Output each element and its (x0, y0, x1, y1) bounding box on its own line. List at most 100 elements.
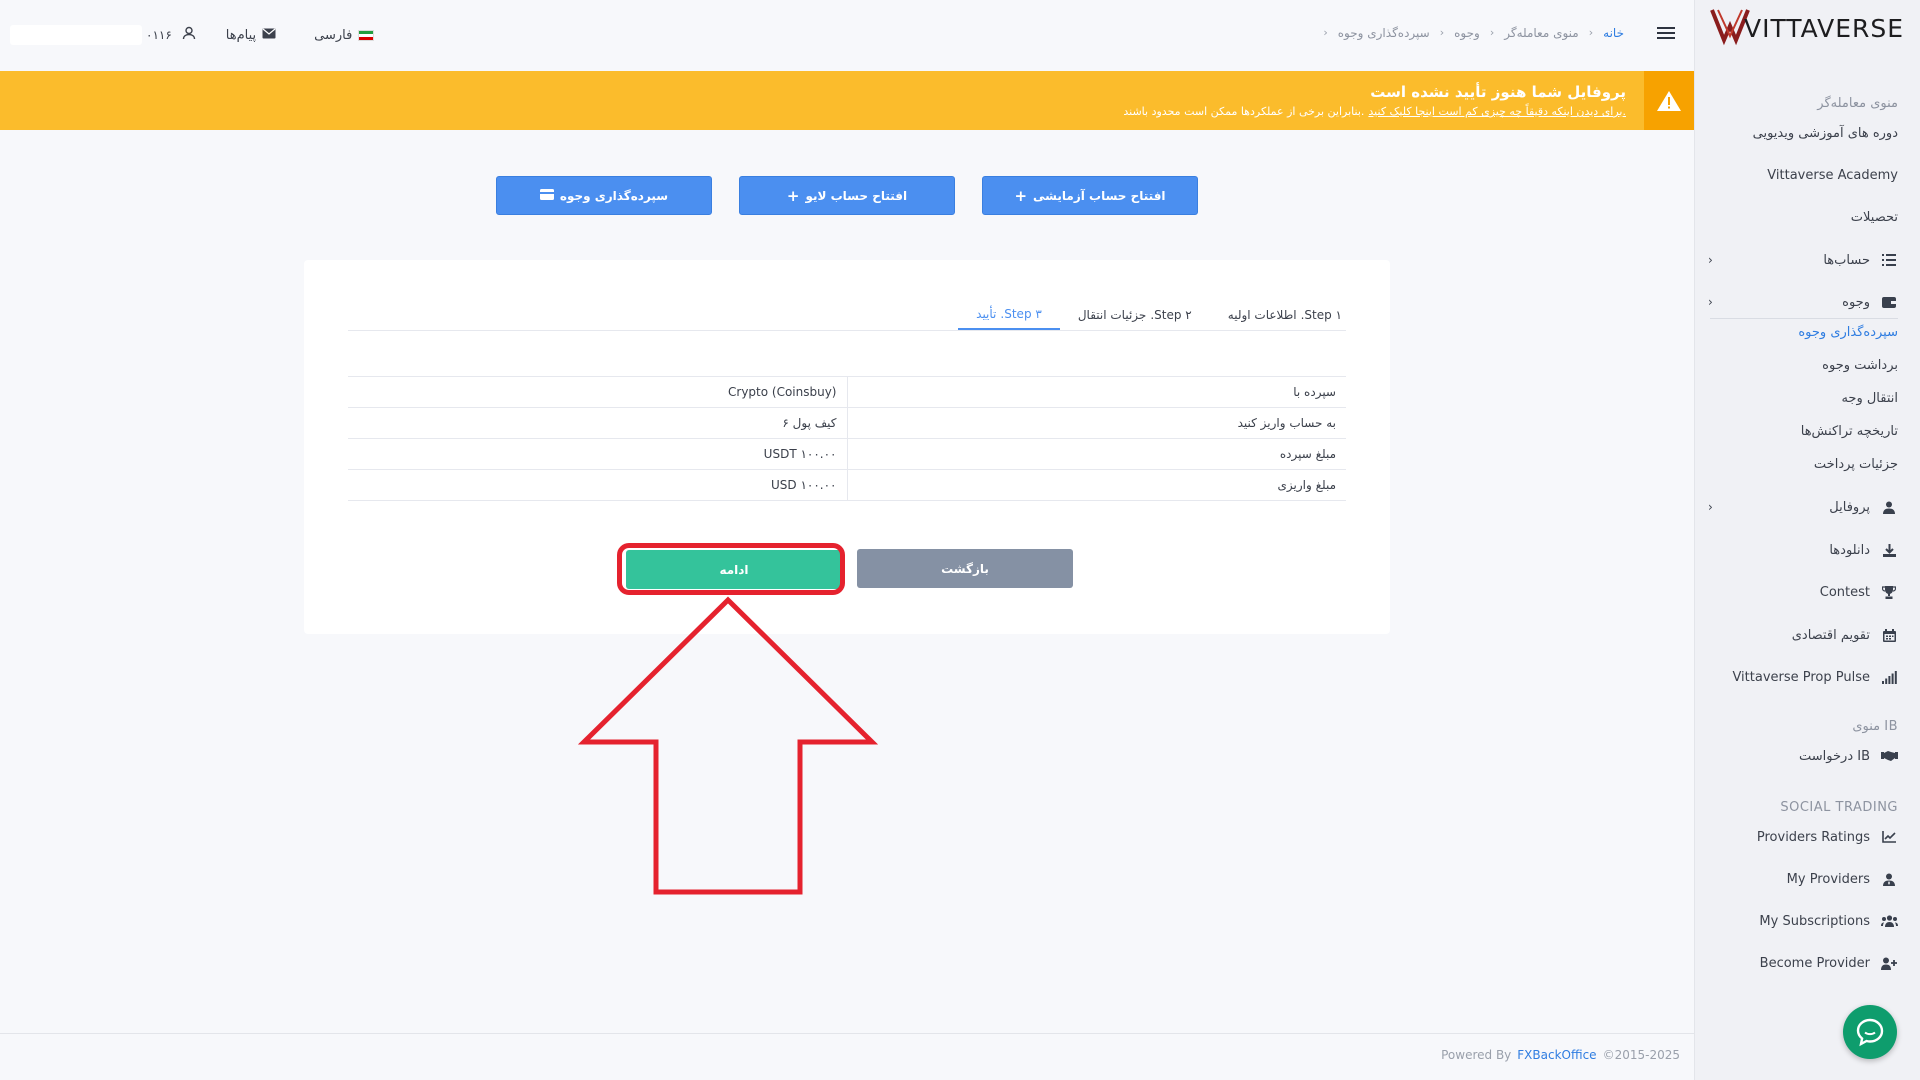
chevron-left-icon: ‹ (1323, 26, 1328, 39)
plus-icon: + (1014, 186, 1028, 205)
up-arrow-annotation (578, 596, 878, 895)
sidebar-item-downloads[interactable]: دانلودها (1694, 535, 1920, 565)
sidebar-item-label: دوره های آموزشی ویدیویی (1752, 125, 1898, 141)
sidebar-item-label: Vittaverse Academy (1767, 167, 1898, 183)
deposit-funds-button[interactable]: سپرده‌گذاری وجوه (496, 176, 712, 215)
sidebar-sub-transfer[interactable]: انتقال وجه (1841, 391, 1898, 406)
sidebar-item-accounts[interactable]: › حساب‌ها (1694, 245, 1920, 275)
list-icon (1880, 251, 1898, 269)
sidebar-item-label: Become Provider (1759, 955, 1870, 971)
back-button[interactable]: بازگشت (857, 549, 1073, 588)
chevron-right-icon: › (1708, 253, 1713, 267)
sidebar-item-my-subscriptions[interactable]: My Subscriptions (1694, 906, 1920, 936)
step-2-number: Step ۲. (1150, 308, 1192, 322)
tab-step-3[interactable]: Step ۳. تأیید (958, 300, 1060, 330)
sidebar-item-label: دانلودها (1829, 542, 1870, 558)
table-row: USD ۱۰۰.۰۰ مبلغ واریزی (348, 469, 1346, 501)
step-1-label: اطلاعات اولیه (1227, 308, 1297, 322)
breadcrumb-funds[interactable]: وجوه (1454, 26, 1480, 40)
trophy-icon (1880, 583, 1898, 601)
deposit-funds-label: سپرده‌گذاری وجوه (559, 188, 669, 203)
open-live-account-label: افتتاح حساب لایو (805, 188, 908, 203)
sidebar-item-ib-request[interactable]: درخواست IB (1694, 741, 1920, 771)
copyright: ©2015-2025 (1602, 1048, 1680, 1062)
sidebar-sub-deposit[interactable]: سپرده‌گذاری وجوه (1798, 325, 1898, 340)
summary-label: به حساب واریز کنید (846, 407, 1346, 439)
tab-step-1[interactable]: Step ۱. اطلاعات اولیه (1210, 300, 1360, 330)
messages-button[interactable]: پیام‌ها (226, 28, 276, 43)
breadcrumb-trader-menu[interactable]: منوی معامله‌گر (1504, 26, 1579, 40)
sidebar: VITTAVERSE منوی معامله‌گر دوره های آموزش… (1694, 0, 1920, 1080)
sidebar-divider (1710, 318, 1898, 319)
summary-value: USDT ۱۰۰.۰۰ (348, 438, 847, 470)
users-icon (1880, 912, 1898, 930)
trader-menu-heading: منوی معامله‌گر (1817, 96, 1898, 111)
sidebar-item-label: تقویم اقتصادی (1791, 627, 1870, 643)
sidebar-sub-withdraw[interactable]: برداشت وجوه (1822, 358, 1898, 373)
language-selector[interactable]: فارسی (314, 28, 375, 43)
sidebar-item-label: حساب‌ها (1823, 252, 1870, 268)
wallet-icon (1880, 293, 1898, 311)
footer-brand-link[interactable]: FXBackOffice (1517, 1048, 1596, 1062)
breadcrumb-home[interactable]: خانه (1603, 26, 1624, 40)
chevron-left-icon: ‹ (1489, 26, 1495, 39)
sidebar-item-providers-ratings[interactable]: Providers Ratings (1694, 822, 1920, 852)
sidebar-item-become-provider[interactable]: Become Provider (1694, 948, 1920, 978)
user-tie-icon (1880, 870, 1898, 888)
sidebar-item-economic-calendar[interactable]: تقویم اقتصادی (1694, 620, 1920, 650)
chevron-right-icon: › (1708, 500, 1713, 514)
sidebar-item-academy[interactable]: Vittaverse Academy (1694, 160, 1920, 190)
banner-link[interactable]: برای دیدن اینکه دقیقاً چه چیزی کم است ای… (1368, 105, 1626, 118)
banner-title: پروفایل شما هنوز تأیید نشده است (1370, 83, 1626, 101)
deposit-card: Step ۱. اطلاعات اولیه Step ۲. جزئیات انت… (304, 260, 1390, 634)
sidebar-item-label: درخواست IB (1799, 748, 1870, 764)
brand-name: VITTAVERSE (1744, 13, 1905, 43)
sidebar-item-label: My Providers (1786, 871, 1870, 887)
summary-value: کیف پول ۶ (348, 407, 847, 439)
summary-value: USD ۱۰۰.۰۰ (348, 469, 847, 501)
summary-label: سپرده با (846, 376, 1346, 408)
sidebar-item-label: وجوه (1842, 294, 1870, 310)
plus-icon: + (786, 186, 800, 205)
sidebar-item-funds[interactable]: › وجوه (1694, 287, 1920, 317)
sidebar-item-label: My Subscriptions (1759, 913, 1870, 929)
step-tabs: Step ۱. اطلاعات اولیه Step ۲. جزئیات انت… (958, 300, 1360, 330)
warning-icon (1644, 71, 1694, 130)
banner-description: بنابراین برخی از عملکردها ممکن است محدود… (1123, 105, 1365, 118)
sidebar-item-video-courses[interactable]: دوره های آموزشی ویدیویی (1694, 118, 1920, 148)
menu-toggle-icon[interactable] (1657, 24, 1675, 44)
brand-logo[interactable]: VITTAVERSE (1710, 6, 1906, 46)
user-icon (1880, 498, 1898, 516)
user-icon[interactable] (182, 26, 196, 44)
social-trading-heading: SOCIAL TRADING (1780, 800, 1898, 815)
chat-bubble-icon[interactable] (1843, 1005, 1897, 1059)
sidebar-item-prop-pulse[interactable]: Vittaverse Prop Pulse (1694, 662, 1920, 692)
sidebar-item-education[interactable]: تحصیلات (1694, 202, 1920, 232)
summary-label: مبلغ واریزی (846, 469, 1346, 501)
download-icon (1880, 541, 1898, 559)
sidebar-sub-payment-details[interactable]: جزئیات پرداخت (1814, 457, 1898, 472)
messages-label: پیام‌ها (225, 27, 257, 43)
username-redacted (10, 25, 142, 45)
chevron-left-icon: ‹ (1439, 26, 1445, 39)
sidebar-item-profile[interactable]: › پروفایل (1694, 492, 1920, 522)
sidebar-item-contest[interactable]: Contest (1694, 577, 1920, 607)
top-header: ۰۱۱۶ پیام‌ها فارسی خانه ‹ منوی معامله‌گر… (0, 0, 1694, 70)
open-demo-account-button[interactable]: + افتتاح حساب آزمایشی (982, 176, 1198, 215)
summary-value: Crypto (Coinsbuy) (348, 376, 847, 408)
tab-step-2[interactable]: Step ۲. جزئیات انتقال (1060, 300, 1210, 330)
account-id: ۰۱۱۶ (146, 28, 172, 42)
table-row: Crypto (Coinsbuy) سپرده با (348, 376, 1346, 408)
header-tools: ۰۱۱۶ پیام‌ها فارسی (10, 22, 375, 48)
sidebar-sub-history[interactable]: تاریخچه تراکنش‌ها (1801, 424, 1898, 439)
sidebar-item-label: Vittaverse Prop Pulse (1732, 669, 1870, 685)
profile-warning-banner: پروفایل شما هنوز تأیید نشده است بنابراین… (0, 71, 1694, 130)
continue-highlight-box (617, 543, 845, 595)
open-live-account-button[interactable]: + افتتاح حساب لایو (739, 176, 955, 215)
sidebar-item-my-providers[interactable]: My Providers (1694, 864, 1920, 894)
breadcrumb-deposit: سپرده‌گذاری وجوه (1337, 26, 1430, 40)
chevron-down-icon: › (1708, 295, 1713, 309)
powered-by: Powered By (1441, 1048, 1512, 1062)
open-demo-account-label: افتتاح حساب آزمایشی (1033, 188, 1166, 203)
step-1-number: Step ۱. (1300, 308, 1342, 322)
